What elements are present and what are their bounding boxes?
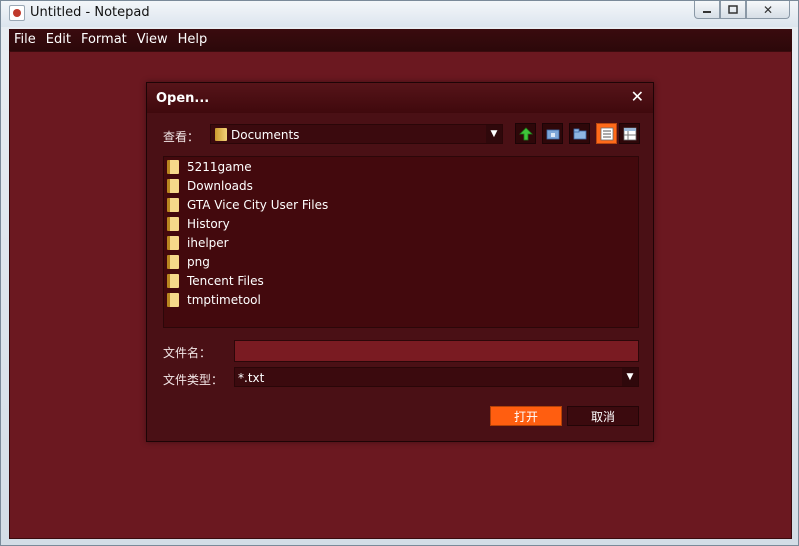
- folder-icon: [167, 216, 179, 231]
- dialog-title: Open...: [156, 91, 210, 106]
- cancel-button[interactable]: 取消: [567, 406, 639, 426]
- maximize-button[interactable]: [720, 1, 746, 19]
- up-folder-button[interactable]: [515, 123, 536, 144]
- folder-icon: [167, 178, 179, 193]
- minimize-button[interactable]: [694, 1, 720, 19]
- menu-edit[interactable]: Edit: [41, 29, 76, 51]
- close-icon: ✕: [762, 2, 774, 17]
- maximize-icon: [728, 4, 738, 14]
- app-icon: [9, 5, 25, 21]
- open-file-dialog: Open... ✕ 查看： Documents ▼ 5211game Downl…: [146, 82, 654, 442]
- title-bar[interactable]: Untitled - Notepad ✕: [1, 1, 798, 27]
- look-in-dropdown[interactable]: Documents ▼: [210, 124, 503, 144]
- filetype-dropdown[interactable]: *.txt ▼: [234, 367, 639, 387]
- folder-icon: [167, 254, 179, 269]
- filetype-label: 文件类型：: [163, 373, 224, 387]
- chevron-down-icon[interactable]: ▼: [622, 368, 638, 386]
- file-list[interactable]: 5211game Downloads GTA Vice City User Fi…: [163, 156, 639, 328]
- home-folder-icon: [546, 129, 559, 139]
- up-arrow-icon: [518, 126, 533, 140]
- folder-icon: [167, 197, 179, 212]
- filetype-value: *.txt: [238, 371, 265, 385]
- list-item[interactable]: GTA Vice City User Files: [167, 195, 328, 214]
- chevron-down-icon[interactable]: ▼: [486, 125, 502, 143]
- home-folder-button[interactable]: [542, 123, 563, 144]
- list-item[interactable]: 5211game: [167, 157, 252, 176]
- filename-label: 文件名：: [163, 346, 212, 360]
- details-view-button[interactable]: [619, 123, 640, 144]
- folder-icon: [167, 235, 179, 250]
- details-view-icon: [623, 127, 636, 140]
- folder-icon: [215, 128, 227, 141]
- list-item[interactable]: Downloads: [167, 176, 253, 195]
- filename-input[interactable]: [234, 340, 639, 362]
- folder-icon: [167, 159, 179, 174]
- window-controls: ✕: [694, 1, 790, 19]
- menu-format[interactable]: Format: [76, 29, 132, 51]
- list-view-icon: [600, 127, 613, 140]
- open-button[interactable]: 打开: [490, 406, 562, 426]
- new-folder-icon: [573, 128, 586, 139]
- folder-icon: [167, 273, 179, 288]
- list-item[interactable]: Tencent Files: [167, 271, 264, 290]
- menu-view[interactable]: View: [132, 29, 173, 51]
- dialog-title-bar[interactable]: Open... ✕: [147, 83, 653, 113]
- folder-icon: [167, 292, 179, 307]
- list-item[interactable]: tmptimetool: [167, 290, 261, 309]
- menu-bar: File Edit Format View Help: [9, 29, 792, 51]
- dialog-close-icon[interactable]: ✕: [631, 89, 644, 105]
- new-folder-button[interactable]: [569, 123, 590, 144]
- list-item[interactable]: History: [167, 214, 230, 233]
- look-in-label: 查看：: [163, 130, 200, 144]
- minimize-icon: [703, 10, 711, 13]
- notepad-client: File Edit Format View Help Open... ✕ 查看：…: [9, 29, 792, 539]
- menu-file[interactable]: File: [9, 29, 41, 51]
- menu-help[interactable]: Help: [173, 29, 213, 51]
- window-title: Untitled - Notepad: [30, 5, 150, 20]
- look-in-value: Documents: [231, 128, 300, 142]
- list-item[interactable]: png: [167, 252, 210, 271]
- list-view-button[interactable]: [596, 123, 617, 144]
- notepad-window: Untitled - Notepad ✕ File Edit Format Vi…: [0, 0, 799, 546]
- close-button[interactable]: ✕: [746, 1, 790, 19]
- list-item[interactable]: ihelper: [167, 233, 229, 252]
